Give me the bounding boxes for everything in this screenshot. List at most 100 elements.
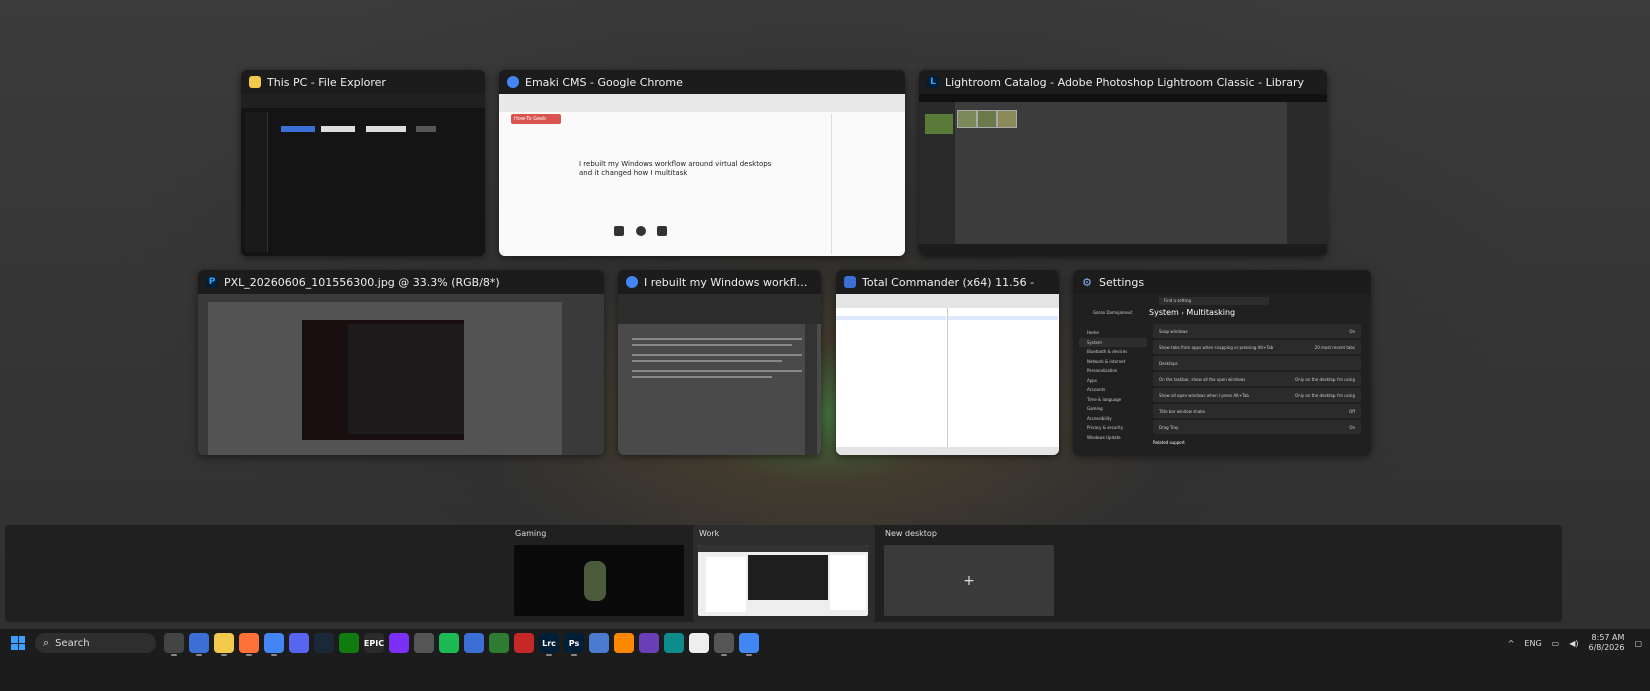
taskbar: ⌕ Search EPIC Lrc Ps ^ ENG ▭ ◀) 8:57 AM 6/… [0, 629, 1650, 691]
start-button[interactable] [11, 636, 25, 650]
window-photoshop[interactable]: P PXL_20260606_101556300.jpg @ 33.3% (RG… [198, 270, 604, 455]
chrome-alt-icon[interactable] [739, 633, 759, 656]
settings-nav-item[interactable]: Home [1079, 328, 1147, 338]
settings-row-value[interactable]: Off [1349, 409, 1355, 414]
desktop-label: New desktop [885, 529, 937, 538]
site-logo: How-To Geek [511, 114, 561, 124]
desktop-new[interactable]: New desktop + [879, 525, 1059, 620]
settings-row[interactable]: Snap windows On [1153, 324, 1361, 338]
desktop-work[interactable]: Work [693, 525, 875, 622]
window-thumbnail [241, 94, 485, 256]
settings-row[interactable]: Show tabs from apps when snapping or pre… [1153, 340, 1361, 354]
lightroom-icon[interactable]: Lrc [539, 633, 559, 656]
virtual-desktops-strip: Gaming Work New desktop + [5, 525, 1562, 622]
settings-nav-item[interactable]: Time & language [1079, 395, 1147, 405]
chrome-icon [626, 276, 638, 288]
settings-row-value[interactable]: Only on the desktop I'm using [1295, 377, 1355, 382]
window-thumbnail: How-To Geek I rebuilt my Windows workflo… [499, 94, 905, 256]
app-red-icon[interactable] [514, 633, 534, 653]
settings-nav-item[interactable]: Accounts [1079, 385, 1147, 395]
window-titlebar: ⚙ Settings [1073, 270, 1371, 294]
file-explorer-icon[interactable] [214, 633, 234, 656]
desktop-label: Gaming [515, 529, 547, 538]
window-chrome-emaki[interactable]: Emaki CMS - Google Chrome How-To Geek I … [499, 70, 905, 256]
desktop-preview [514, 545, 684, 616]
app-globe-icon[interactable] [589, 633, 609, 653]
settings-row-value[interactable]: 20 most recent tabs [1315, 345, 1355, 350]
plus-icon: + [963, 572, 975, 589]
settings-rows: Snap windows On Show tabs from apps when s… [1153, 324, 1361, 436]
app-diamond-icon[interactable] [289, 633, 309, 653]
window-thumbnail: Find a setting Goran Damnjanović System … [1073, 294, 1371, 455]
language-indicator[interactable]: ENG [1524, 639, 1541, 648]
chrome-icon[interactable] [264, 633, 284, 656]
firefox-icon[interactable] [239, 633, 259, 656]
settings-search[interactable]: Find a setting [1159, 297, 1269, 305]
vlc-icon[interactable] [614, 633, 634, 653]
settings-breadcrumb: System › Multitasking [1149, 308, 1236, 317]
spotify-icon[interactable] [439, 633, 459, 653]
notification-icon[interactable]: ▢ [1634, 639, 1642, 648]
settings-row-value[interactable]: On [1349, 329, 1355, 334]
folder-icon [249, 76, 261, 88]
desktop-gaming[interactable]: Gaming [509, 525, 689, 620]
network-icon[interactable]: ▭ [1552, 639, 1560, 648]
settings-row-label: Title bar window shake [1159, 408, 1205, 414]
epic-games-icon[interactable]: EPIC [364, 633, 384, 653]
window-file-explorer[interactable]: This PC - File Explorer [241, 70, 485, 256]
settings-nav-item[interactable]: Apps [1079, 376, 1147, 386]
steam-icon[interactable] [314, 633, 334, 653]
app-x-icon[interactable] [489, 633, 509, 653]
settings-row[interactable]: Show all open windows when I press Alt+T… [1153, 388, 1361, 402]
settings-row-value[interactable]: On [1349, 425, 1355, 430]
window-titlebar: I rebuilt my Windows workflow around vir… [618, 270, 821, 294]
window-settings[interactable]: ⚙ Settings Find a setting Goran Damnjano… [1073, 270, 1371, 455]
save-icon[interactable] [189, 633, 209, 656]
tray-overflow-icon[interactable]: ^ [1508, 639, 1515, 648]
pinned-apps: EPIC Lrc Ps [164, 633, 759, 656]
taskbar-search[interactable]: ⌕ Search [35, 633, 156, 653]
new-desktop-button[interactable]: + [884, 545, 1054, 616]
window-lightroom[interactable]: L Lightroom Catalog - Adobe Photoshop Li… [919, 70, 1327, 256]
clock-date: 6/8/2026 [1588, 643, 1625, 652]
article-heading-1: I rebuilt my Windows workflow around vir… [579, 160, 772, 168]
search-icon: ⌕ [43, 636, 50, 649]
window-thumbnail [618, 294, 821, 455]
window-chrome-article[interactable]: I rebuilt my Windows workflow around vir… [618, 270, 821, 455]
related-support: Related support [1153, 440, 1185, 445]
window-thumbnail [198, 294, 604, 455]
settings-nav-item[interactable]: Network & internet [1079, 357, 1147, 367]
settings-nav-item[interactable]: System [1079, 337, 1147, 347]
settings-nav-item[interactable]: Accessibility [1079, 414, 1147, 424]
settings-row-label: On the taskbar, show all the open window… [1159, 376, 1246, 382]
photoshop-icon[interactable]: Ps [564, 633, 584, 656]
app-bars-icon[interactable] [464, 633, 484, 653]
settings-nav-item[interactable]: Personalization [1079, 366, 1147, 376]
settings-nav-item[interactable]: Gaming [1079, 404, 1147, 414]
clock[interactable]: 8:57 AM 6/8/2026 [1589, 633, 1625, 653]
settings-icon[interactable] [714, 633, 734, 656]
task-view-icon[interactable] [164, 633, 184, 656]
settings-row[interactable]: Drag Tray On [1153, 420, 1361, 434]
settings-user: Goran Damnjanović [1093, 310, 1133, 315]
settings-nav-item[interactable]: Bluetooth & devices [1079, 347, 1147, 357]
app-ring-icon[interactable] [414, 633, 434, 653]
settings-row-label: Drag Tray [1159, 424, 1179, 430]
clock-time: 8:57 AM [1591, 633, 1625, 642]
settings-row[interactable]: Desktops [1153, 356, 1361, 370]
settings-nav-item[interactable]: Privacy & security [1079, 423, 1147, 433]
window-total-commander[interactable]: Total Commander (x64) 11.56 - [836, 270, 1059, 455]
settings-row-value[interactable]: Only on the desktop I'm using [1295, 393, 1355, 398]
xbox-icon[interactable] [339, 633, 359, 653]
volume-icon[interactable]: ◀) [1569, 639, 1578, 648]
settings-row[interactable]: Title bar window shake Off [1153, 404, 1361, 418]
settings-nav-item[interactable]: Windows Update [1079, 433, 1147, 443]
calendar-icon[interactable] [689, 633, 709, 653]
app-purple-icon[interactable] [639, 633, 659, 653]
window-title: I rebuilt my Windows workflow around vir… [644, 275, 813, 289]
settings-row[interactable]: On the taskbar, show all the open window… [1153, 372, 1361, 386]
app-teal-icon[interactable] [664, 633, 684, 653]
window-thumbnail [919, 94, 1327, 256]
app-circle-icon[interactable] [389, 633, 409, 653]
window-title: Lightroom Catalog - Adobe Photoshop Ligh… [945, 75, 1305, 89]
